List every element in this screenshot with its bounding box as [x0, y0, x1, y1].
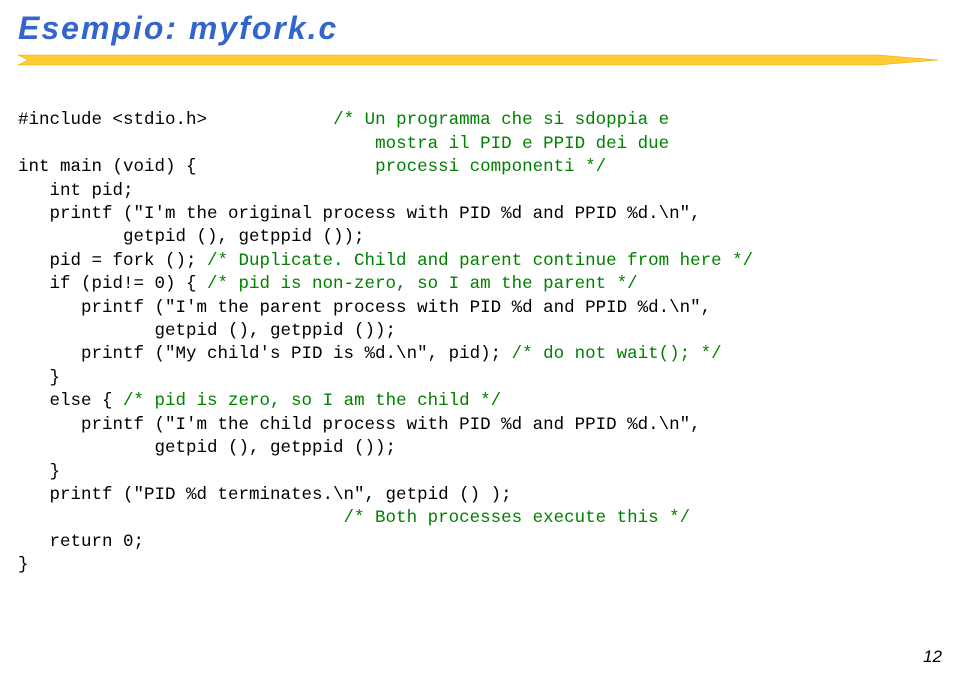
page-number: 12	[923, 647, 942, 667]
code-line: printf ("My child's PID is %d.\n", pid);	[18, 344, 512, 364]
code-line: getpid (), getppid ());	[18, 321, 396, 341]
code-line: printf ("PID %d terminates.\n", getpid (…	[18, 485, 512, 505]
code-comment: /* Duplicate. Child and parent continue …	[207, 251, 753, 271]
code-line: }	[18, 555, 29, 575]
slide-title: Esempio: myfork.c	[18, 10, 338, 47]
code-comment: mostra il PID e PPID dei due	[375, 134, 669, 154]
code-line: pid = fork ();	[18, 251, 207, 271]
code-line: printf ("I'm the original process with P…	[18, 204, 701, 224]
code-line: #include <stdio.h>	[18, 110, 207, 130]
code-line: printf ("I'm the parent process with PID…	[18, 298, 711, 318]
code-line: getpid (), getppid ());	[18, 438, 396, 458]
code-comment: /* pid is zero, so I am the child */	[123, 391, 501, 411]
code-line: if (pid!= 0) {	[18, 274, 207, 294]
code-line: }	[18, 368, 60, 388]
code-comment: /* Un programma che si sdoppia e	[333, 110, 669, 130]
code-comment: /* Both processes execute this */	[18, 508, 690, 528]
code-line: int main (void) {	[18, 157, 197, 177]
code-comment: processi componenti */	[375, 157, 606, 177]
code-comment: /* do not wait(); */	[512, 344, 722, 364]
code-line: int pid;	[18, 181, 134, 201]
code-line: getpid (), getppid ());	[18, 227, 365, 247]
title-underline	[18, 54, 938, 68]
code-line: }	[18, 462, 60, 482]
code-comment: /* pid is non-zero, so I am the parent *…	[207, 274, 638, 294]
code-line: else {	[18, 391, 123, 411]
code-block: #include <stdio.h> /* Un programma che s…	[18, 86, 753, 578]
code-line: return 0;	[18, 532, 144, 552]
code-line: printf ("I'm the child process with PID …	[18, 415, 701, 435]
